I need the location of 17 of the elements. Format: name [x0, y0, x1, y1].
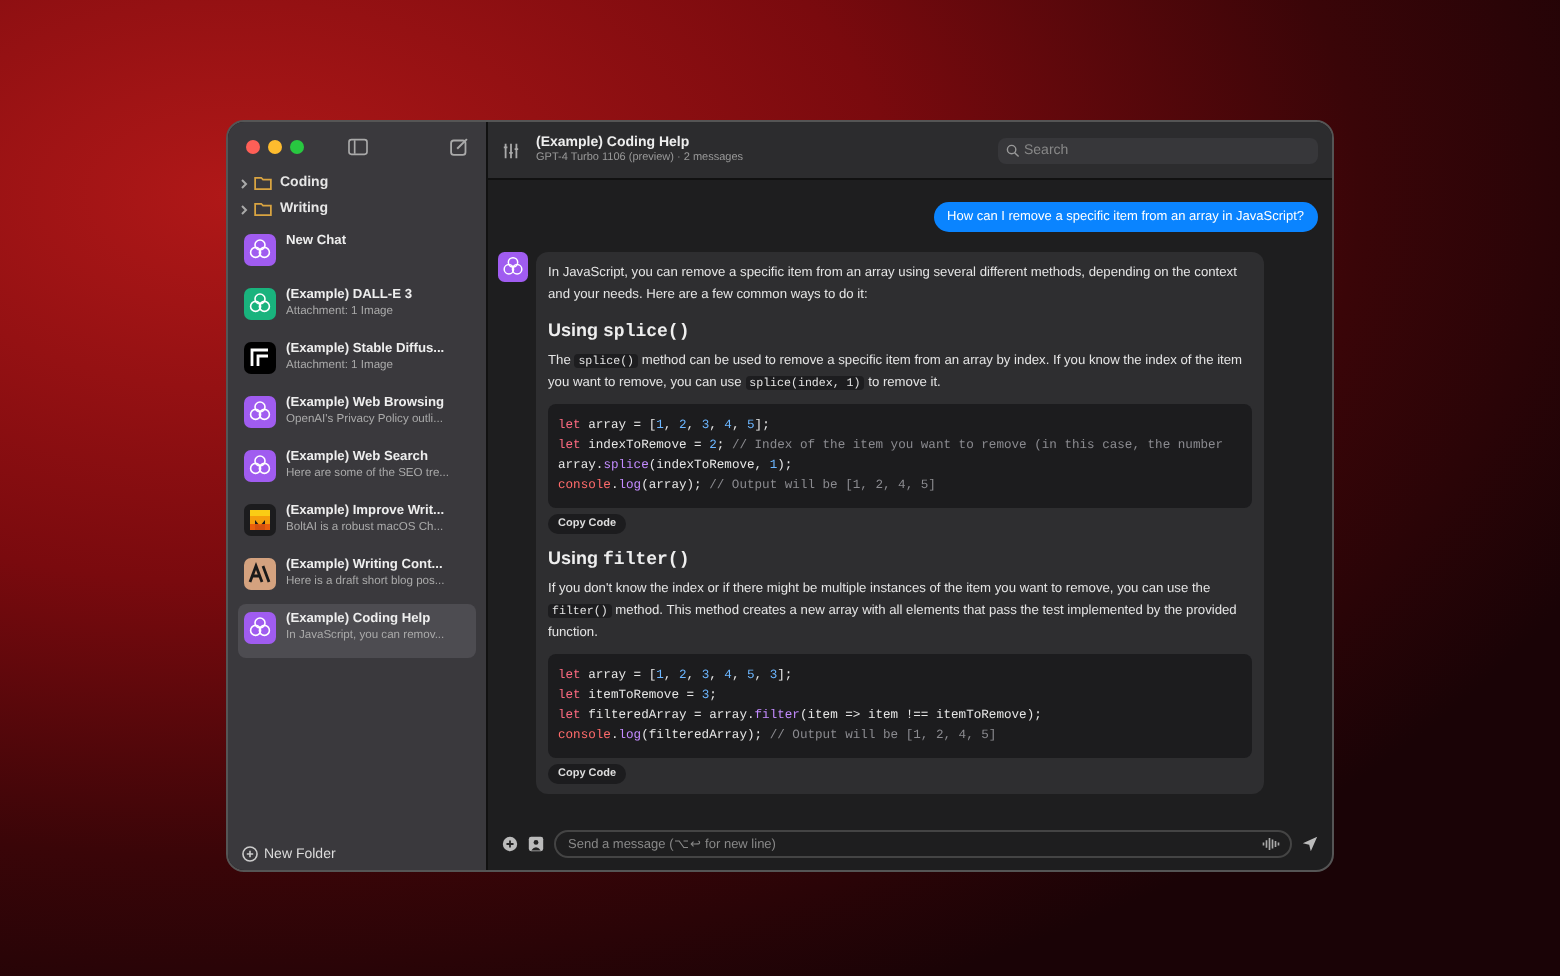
sidebar-toggle-icon[interactable]: [348, 137, 368, 155]
knot-logo-icon: [498, 252, 528, 282]
sliders-icon[interactable]: [502, 141, 520, 159]
zoom-button[interactable]: [290, 139, 304, 153]
chevron-icon[interactable]: [238, 203, 250, 215]
section-heading: Using splice(): [548, 320, 692, 343]
chevron-icon[interactable]: [238, 177, 250, 189]
image-icon[interactable]: [528, 836, 544, 852]
section-heading: Using filter(): [548, 548, 692, 571]
waveform-icon[interactable]: [1262, 836, 1280, 852]
plus-circle-icon: [242, 846, 258, 862]
search-icon: [1006, 143, 1020, 157]
compose-icon[interactable]: [450, 137, 468, 155]
close-button[interactable]: [246, 139, 260, 153]
plus-icon[interactable]: [502, 836, 518, 852]
send-icon[interactable]: [1302, 836, 1318, 852]
minimize-button[interactable]: [268, 139, 282, 153]
